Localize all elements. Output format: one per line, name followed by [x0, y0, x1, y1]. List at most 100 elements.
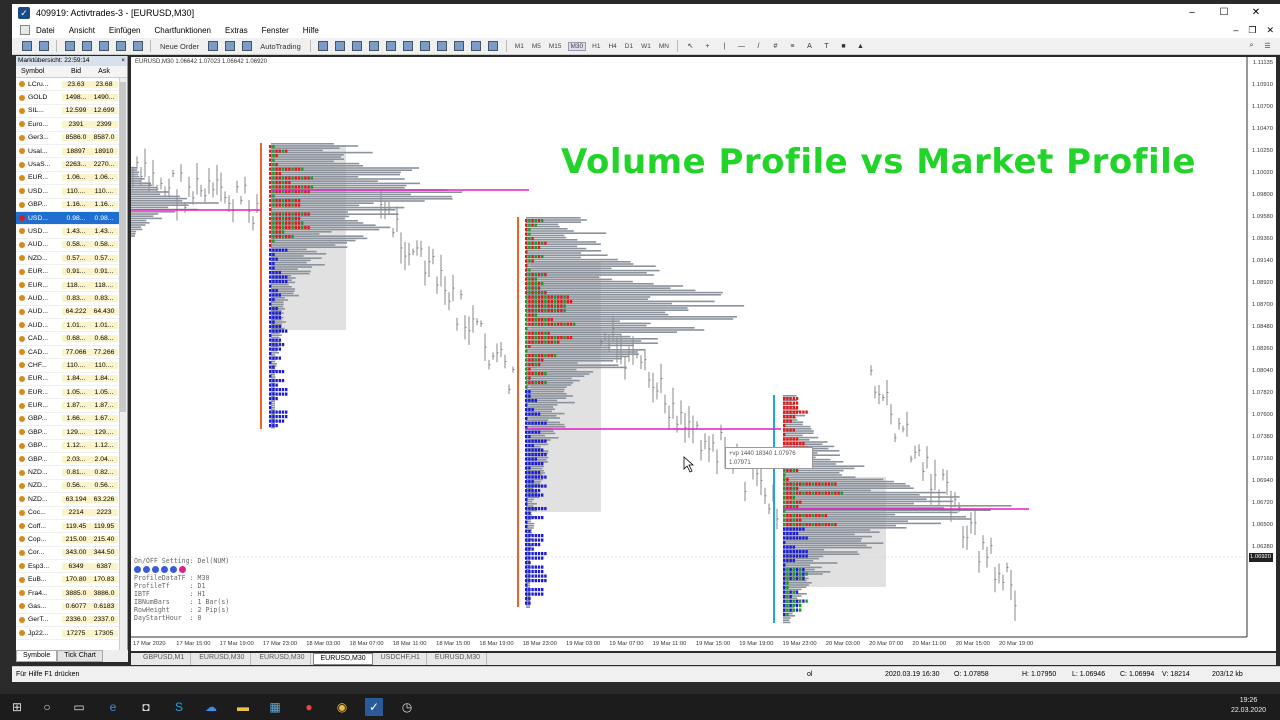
- market-watch-row[interactable]: USD... 0.98... 0.98...: [16, 211, 127, 226]
- column-symbol[interactable]: Symbol: [16, 66, 62, 77]
- chart-tab[interactable]: EURUSD,M30: [313, 653, 373, 665]
- mdi-minimize-button[interactable]: –: [1233, 25, 1238, 36]
- cloud-icon[interactable]: ☁: [202, 698, 220, 716]
- menu-help[interactable]: Hilfe: [303, 26, 319, 35]
- scrollbar-thumb[interactable]: [120, 82, 126, 412]
- market-watch-row[interactable]: UsaI... 18897 18910: [16, 145, 127, 159]
- fibonacci-icon[interactable]: ≡: [786, 40, 799, 53]
- edge-icon[interactable]: e: [104, 698, 122, 716]
- metatrader-icon[interactable]: ✓: [365, 698, 383, 716]
- market-watch-row[interactable]: EUR... 118.... 118....: [16, 279, 127, 293]
- market-watch-row[interactable]: GBP... 129.... 129....: [16, 426, 127, 440]
- camera-icon[interactable]: ◘: [137, 698, 155, 716]
- app-icon[interactable]: ●: [300, 698, 318, 716]
- market-watch-row[interactable]: GOLD 1498... 1490...: [16, 91, 127, 105]
- settings-toggle-icon[interactable]: [143, 566, 150, 573]
- market-watch-row[interactable]: Jp22... 17275 17305: [16, 627, 127, 641]
- market-watch-row[interactable]: EUR... 1.06... 1.06...: [16, 172, 127, 186]
- chat-icon[interactable]: ☰: [1261, 40, 1274, 53]
- settings-toggle-icon[interactable]: [170, 566, 177, 573]
- settings-toggle-dots[interactable]: [134, 566, 252, 573]
- market-watch-row[interactable]: CAD... 77.066 77.266: [16, 346, 127, 360]
- tab-symbols[interactable]: Symbole: [16, 650, 58, 662]
- market-watch-row[interactable]: Euro... 2391 2399: [16, 118, 127, 132]
- mdi-restore-button[interactable]: ❐: [1248, 25, 1256, 36]
- photos-icon[interactable]: ▦: [266, 698, 284, 716]
- line-chart-icon[interactable]: [351, 40, 364, 53]
- minimize-button[interactable]: –: [1176, 4, 1208, 22]
- text-icon[interactable]: A: [803, 40, 816, 53]
- chart-tab[interactable]: EURUSD,M30: [193, 653, 252, 665]
- timeframe-m30[interactable]: M30: [567, 41, 587, 51]
- trendline-icon[interactable]: /: [752, 40, 765, 53]
- settings-toggle-icon[interactable]: [152, 566, 159, 573]
- market-watch-row[interactable]: EUR... 1.87... 1.87...: [16, 399, 127, 413]
- market-watch-row[interactable]: GBP... 2.03... 2.04...: [16, 453, 127, 467]
- menu-view[interactable]: Ansicht: [69, 26, 95, 35]
- timeframe-m5[interactable]: M5: [530, 43, 543, 50]
- market-watch-row[interactable]: NZD... 0.81... 0.82...: [16, 466, 127, 480]
- settings-toggle-icon[interactable]: [161, 566, 168, 573]
- close-button[interactable]: ✕: [1240, 4, 1272, 22]
- vertical-line-icon[interactable]: |: [718, 40, 731, 53]
- channel-icon[interactable]: #: [769, 40, 782, 53]
- chart-doc-icon[interactable]: [20, 25, 30, 35]
- market-watch-row[interactable]: AUD... 1.01... 1.01...: [16, 319, 127, 333]
- market-watch-row[interactable]: Cor... 343.00 344.50: [16, 547, 127, 561]
- mdi-close-button[interactable]: ✕: [1266, 25, 1274, 36]
- market-watch-row[interactable]: GBP... 1.66... 1.67...: [16, 413, 127, 427]
- data-window-icon[interactable]: [80, 40, 93, 53]
- chart-tab[interactable]: GBPUSD,M1: [137, 653, 192, 665]
- menu-window[interactable]: Fenster: [262, 26, 289, 35]
- market-watch-row[interactable]: EUR... 1.84... 1.84...: [16, 373, 127, 386]
- horizontal-line-icon[interactable]: —: [735, 40, 748, 53]
- chart-tab[interactable]: EURUSD,M30: [429, 653, 488, 665]
- market-watch-row[interactable]: AUD... 0.83... 0.83...: [16, 292, 127, 306]
- chart-tab[interactable]: EURUSD,M30: [253, 653, 312, 665]
- timeframe-mn[interactable]: MN: [657, 43, 671, 50]
- market-watch-row[interactable]: CHF... 110.... 110....: [16, 359, 127, 373]
- timeframe-m15[interactable]: M15: [547, 43, 564, 50]
- task-view-icon[interactable]: ▭: [70, 698, 88, 716]
- search-icon[interactable]: ○: [38, 698, 56, 716]
- settings-toggle-icon[interactable]: [179, 566, 186, 573]
- crosshair-icon[interactable]: +: [701, 40, 714, 53]
- market-watch-row[interactable]: Coff... 119.45 119.95: [16, 520, 127, 534]
- market-watch-row[interactable]: GBP... 1.16... 1.16...: [16, 199, 127, 212]
- market-watch-row[interactable]: USD... 1.43... 1.43...: [16, 225, 127, 239]
- autotrading-button[interactable]: AutoTrading: [257, 40, 304, 53]
- market-watch-row[interactable]: NZD... 63.194 63.226: [16, 493, 127, 507]
- new-order-button[interactable]: Neue Order: [157, 40, 202, 53]
- market-watch-row[interactable]: Ger3... 8586.0 8587.0: [16, 132, 127, 145]
- timeframe-w1[interactable]: W1: [639, 43, 653, 50]
- market-watch-row[interactable]: NZD... 0.56... 0.56...: [16, 480, 127, 494]
- navigator-icon[interactable]: [97, 40, 110, 53]
- new-chart-icon[interactable]: [20, 40, 33, 53]
- timeframe-d1[interactable]: D1: [623, 43, 635, 50]
- market-watch-row[interactable]: EUR... 0.91... 0.91...: [16, 265, 127, 279]
- zoom-out-icon[interactable]: [385, 40, 398, 53]
- zoom-in-icon[interactable]: [368, 40, 381, 53]
- skype-icon[interactable]: S: [170, 698, 188, 716]
- tester-icon[interactable]: [131, 40, 144, 53]
- market-watch-row[interactable]: USD... 110.... 110....: [16, 185, 127, 199]
- indicators-icon[interactable]: [453, 40, 466, 53]
- market-watch-row[interactable]: Coc... 2214 2223: [16, 507, 127, 520]
- market-watch-row[interactable]: NZD... 0.57... 0.57...: [16, 252, 127, 266]
- profiles-icon[interactable]: [37, 40, 50, 53]
- market-watch-row[interactable]: SIL... 12.599 12.699: [16, 105, 127, 119]
- settings-toggle-icon[interactable]: [134, 566, 141, 573]
- column-bid[interactable]: Bid: [62, 66, 90, 77]
- market-watch-row[interactable]: EuB... 170.80 170.83: [16, 573, 127, 587]
- tab-tick-chart[interactable]: Tick Chart: [57, 650, 103, 662]
- chart-tab[interactable]: USDCHF,H1: [375, 653, 427, 665]
- candlestick-icon[interactable]: [334, 40, 347, 53]
- signals-icon[interactable]: [223, 40, 236, 53]
- templates-icon[interactable]: [487, 40, 500, 53]
- market-watch-row[interactable]: AUD... 0.58... 0.58...: [16, 239, 127, 253]
- system-tray[interactable]: 19:26 22.03.2020: [1231, 696, 1266, 716]
- menu-charts[interactable]: Chartfunktionen: [155, 26, 211, 35]
- market-watch-row[interactable]: UsaS... 2263... 2270...: [16, 158, 127, 172]
- column-ask[interactable]: Ask: [90, 66, 118, 77]
- periods-icon[interactable]: [470, 40, 483, 53]
